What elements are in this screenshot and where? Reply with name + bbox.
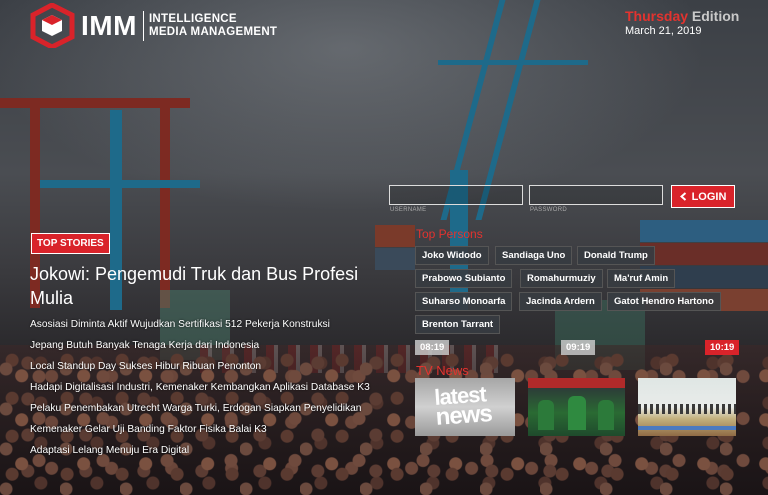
person-tag[interactable]: Jacinda Ardern: [519, 292, 602, 311]
thumb-news-text: news: [434, 400, 493, 431]
story-link[interactable]: Hadapi Digitalisasi Industri, Kemenaker …: [30, 380, 370, 401]
story-link[interactable]: Adaptasi Lelang Menuju Era Digital: [30, 443, 370, 464]
top-stories-badge: TOP STORIES: [31, 233, 110, 254]
story-link[interactable]: Kemenaker Gelar Uji Banding Faktor Fisik…: [30, 422, 370, 443]
person-tag[interactable]: Ma'ruf Amin: [607, 269, 676, 288]
headline-link[interactable]: Jokowi: Pengemudi Truk dan Bus Profesi M…: [30, 262, 360, 310]
story-link[interactable]: Jepang Butuh Banyak Tenaga Kerja dari In…: [30, 338, 370, 359]
username-input[interactable]: [389, 185, 523, 205]
person-tag[interactable]: Joko Widodo: [415, 246, 489, 265]
top-persons-title: Top Persons: [416, 227, 483, 241]
story-link[interactable]: Local Standup Day Sukses Hibur Ribuan Pe…: [30, 359, 370, 380]
person-tag[interactable]: Brenton Tarrant: [415, 315, 501, 334]
time-badge[interactable]: 09:19: [561, 340, 596, 355]
username-label: USERNAME: [390, 207, 427, 213]
person-tag[interactable]: Donald Trump: [577, 246, 655, 265]
story-link[interactable]: Pelaku Penembakan Utrecht Warga Turki, E…: [30, 401, 370, 422]
person-tag[interactable]: Romahurmuziy: [520, 269, 603, 288]
login-button[interactable]: LOGIN: [671, 185, 735, 208]
password-input[interactable]: [529, 185, 663, 205]
edition-day: Thursday: [625, 8, 689, 24]
edition-title: Thursday Edition: [625, 8, 739, 24]
edition-label: Edition: [691, 8, 740, 24]
tv-news-thumb-latest-news[interactable]: latest news: [415, 378, 515, 436]
time-badge-active[interactable]: 10:19: [705, 340, 740, 355]
story-link[interactable]: Asosiasi Diminta Aktif Wujudkan Sertifik…: [30, 317, 370, 338]
time-badge[interactable]: 08:19: [415, 340, 450, 355]
login-button-label: LOGIN: [691, 190, 727, 203]
person-tag[interactable]: Gatot Hendro Hartono: [607, 292, 721, 311]
brand-logo[interactable]: IMM INTELLIGENCE MEDIA MANAGEMENT: [30, 3, 277, 48]
logo-subtitle-line2: MEDIA MANAGEMENT: [148, 25, 278, 38]
chevron-left-icon: [679, 192, 686, 201]
person-tag[interactable]: Prabowo Subianto: [415, 269, 513, 288]
tv-news-thumb-event[interactable]: [638, 378, 736, 436]
tv-news-thumb-ceremony[interactable]: [528, 378, 625, 436]
password-label: PASSWORD: [530, 207, 567, 213]
logo-divider: [142, 10, 144, 41]
logo-subtitle-line1: INTELLIGENCE: [148, 12, 237, 25]
tv-news-title: TV News: [416, 363, 469, 378]
logo-subtitle: INTELLIGENCE MEDIA MANAGEMENT: [149, 13, 277, 39]
story-list: Asosiasi Diminta Aktif Wujudkan Sertifik…: [30, 317, 370, 464]
logo-text: IMM: [81, 9, 137, 41]
cube-logo-icon: [30, 3, 75, 48]
edition-date: March 21, 2019: [625, 25, 702, 37]
person-tag[interactable]: Suharso Monoarfa: [415, 292, 513, 311]
person-tag[interactable]: Sandiaga Uno: [495, 246, 573, 265]
